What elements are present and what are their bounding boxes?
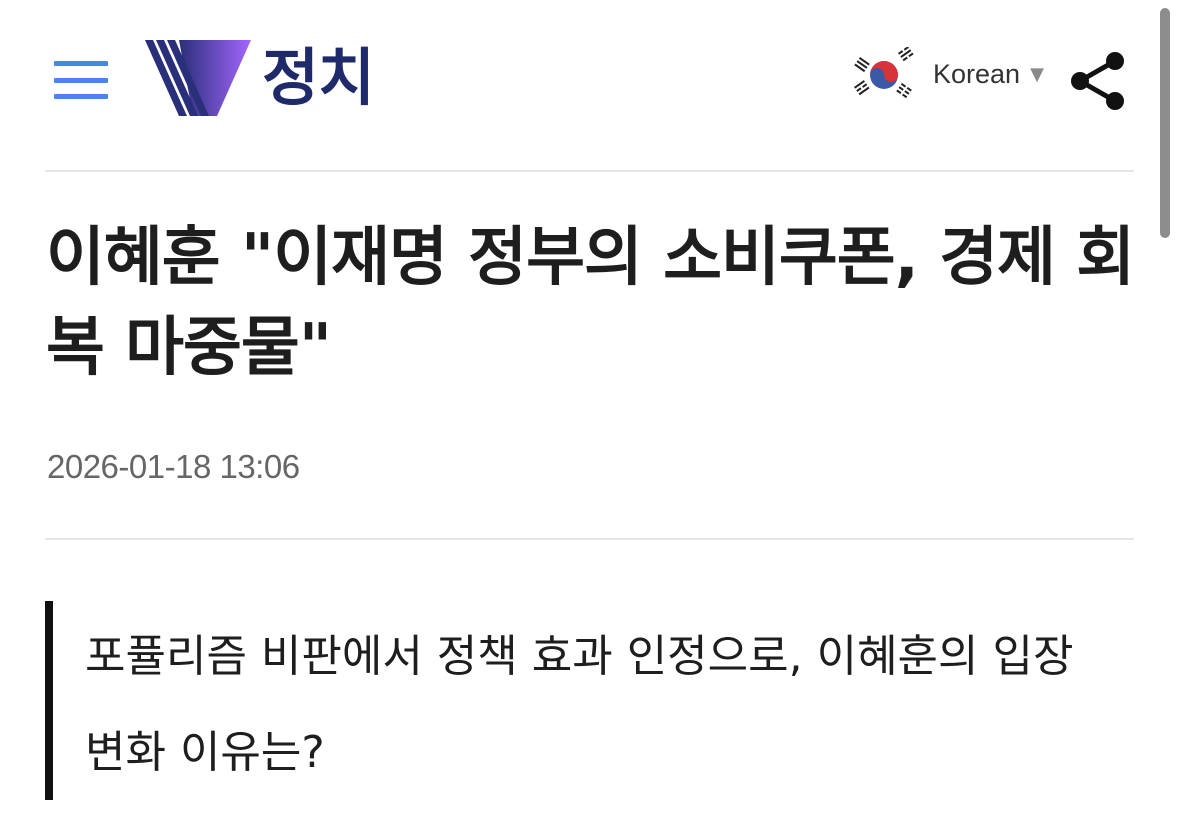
meta-divider (45, 538, 1134, 540)
korea-flag-icon (851, 47, 917, 103)
quote-bar (45, 601, 53, 800)
hamburger-menu-button[interactable] (54, 61, 108, 99)
menu-line (54, 77, 108, 83)
header-divider (45, 170, 1134, 172)
article-page: 정치 Korean ▼ 이혜훈 "이재명 정부의 소비쿠폰, 경제 회복 마중물… (0, 0, 1179, 828)
menu-line (54, 61, 108, 66)
summary-text: 포퓰리즘 비판에서 정책 효과 인정으로, 이혜훈의 입장 변화 이유는? (85, 631, 1074, 778)
share-icon[interactable] (1068, 50, 1128, 112)
top-header: 정치 Korean ▼ (0, 0, 1179, 170)
language-selector[interactable]: Korean ▼ (933, 56, 1044, 92)
article-headline: 이혜훈 "이재명 정부의 소비쿠폰, 경제 회복 마중물" (46, 221, 1135, 385)
section-title: 정치 (262, 41, 375, 114)
scrollbar[interactable] (1160, 8, 1170, 238)
article-summary: 포퓰리즘 비판에서 정책 효과 인정으로, 이혜훈의 입장 변화 이유는? (45, 601, 1134, 800)
menu-line (54, 94, 108, 99)
site-logo[interactable] (145, 40, 251, 116)
chevron-down-icon: ▼ (1030, 63, 1044, 85)
language-label: Korean (933, 58, 1021, 89)
article-date: 2026-01-18 13:06 (47, 448, 300, 485)
